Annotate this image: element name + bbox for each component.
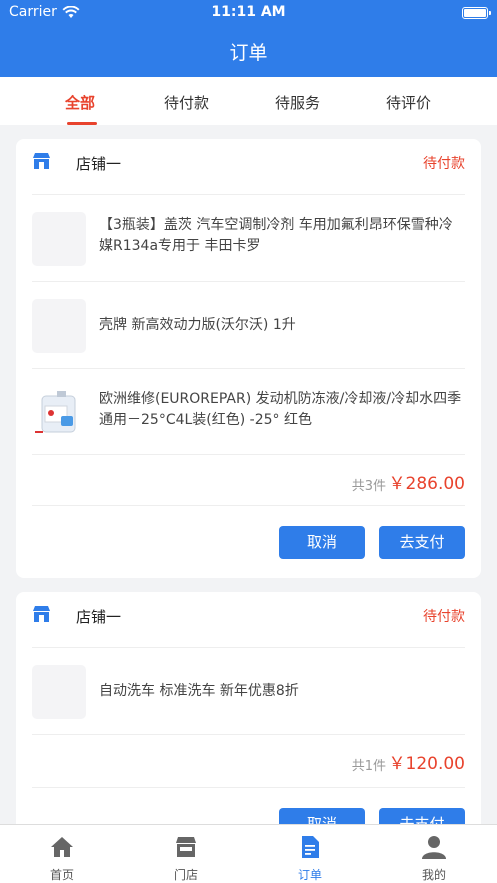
shop-icon	[33, 153, 50, 169]
tabbar-orders[interactable]: 订单	[248, 825, 372, 883]
order-item[interactable]: 【3瓶装】盖茨 汽车空调制冷剂 车用加氟利昂环保雪种冷媒R134a专用于 丰田卡…	[32, 194, 465, 282]
clock: 11:11 AM	[211, 4, 286, 20]
tab-pending-payment[interactable]: 待付款	[164, 92, 209, 113]
page-title: 订单	[229, 42, 268, 64]
store-icon	[176, 837, 196, 857]
order-card[interactable]: 店铺一 待付款 【3瓶装】盖茨 汽车空调制冷剂 车用加氟利昂环保雪种冷媒R134…	[16, 139, 481, 578]
product-thumbnail	[32, 665, 86, 719]
product-title: 壳牌 新高效动力版(沃尔沃) 1升	[99, 317, 296, 333]
order-total: ￥120.00	[388, 754, 465, 774]
shop-header: 店铺一 待付款	[16, 592, 481, 638]
coolant-bottle-image	[32, 386, 86, 440]
tabbar-profile[interactable]: 我的	[372, 825, 496, 883]
shop-header: 店铺一 待付款	[16, 139, 481, 185]
tabbar-label: 首页	[49, 868, 74, 882]
shop-name[interactable]: 店铺一	[76, 153, 121, 174]
shop-name[interactable]: 店铺一	[76, 606, 121, 627]
shop-icon	[33, 606, 50, 622]
order-card[interactable]: 店铺一 待付款 自动洗车 标准洗车 新年优惠8折 共1件 ￥120.00 取消 …	[16, 592, 481, 832]
product-title: 欧洲维修(EUROREPAR) 发动机防冻液/冷却液/冷却水四季通用－25°C4…	[99, 391, 462, 428]
tabbar-store[interactable]: 门店	[124, 825, 248, 883]
product-title: 自动洗车 标准洗车 新年优惠8折	[99, 683, 299, 699]
status-bar: Carrier 11:11 AM	[0, 4, 497, 22]
item-count: 共3件	[351, 479, 386, 494]
order-icon	[302, 836, 319, 858]
tabbar-label: 订单	[297, 868, 322, 882]
order-item[interactable]: 壳牌 新高效动力版(沃尔沃) 1升	[32, 281, 465, 369]
app-header: Carrier 11:11 AM 订单	[0, 0, 497, 77]
product-thumbnail	[32, 212, 86, 266]
bottom-tab-bar: 首页 门店 订单 我的	[0, 824, 497, 883]
order-summary: 共3件 ￥286.00	[32, 454, 465, 506]
product-title: 【3瓶装】盖茨 汽车空调制冷剂 车用加氟利昂环保雪种冷媒R134a专用于 丰田卡…	[99, 217, 453, 254]
order-item[interactable]: 自动洗车 标准洗车 新年优惠8折	[32, 647, 465, 735]
order-item[interactable]: 欧洲维修(EUROREPAR) 发动机防冻液/冷却液/冷却水四季通用－25°C4…	[32, 368, 465, 456]
order-status: 待付款	[423, 609, 465, 625]
tab-pending-review[interactable]: 待评价	[386, 92, 431, 113]
order-total: ￥286.00	[388, 474, 465, 494]
order-status: 待付款	[423, 156, 465, 172]
tabbar-home[interactable]: 首页	[0, 825, 124, 883]
order-summary: 共1件 ￥120.00	[32, 734, 465, 786]
active-tab-indicator	[67, 122, 97, 125]
item-count: 共1件	[351, 759, 386, 774]
battery-icon	[462, 7, 491, 19]
order-tabs: 全部 待付款 待服务 待评价	[0, 77, 497, 125]
tab-all[interactable]: 全部	[65, 92, 95, 113]
cancel-button[interactable]: 取消	[279, 526, 365, 559]
tabbar-label: 门店	[173, 868, 198, 882]
home-icon	[51, 837, 73, 857]
tab-pending-service[interactable]: 待服务	[275, 92, 320, 113]
order-actions: 取消 去支付	[32, 505, 465, 578]
product-thumbnail	[32, 299, 86, 353]
pay-button[interactable]: 去支付	[379, 526, 465, 559]
tabbar-label: 我的	[421, 868, 446, 882]
profile-icon	[422, 836, 446, 859]
